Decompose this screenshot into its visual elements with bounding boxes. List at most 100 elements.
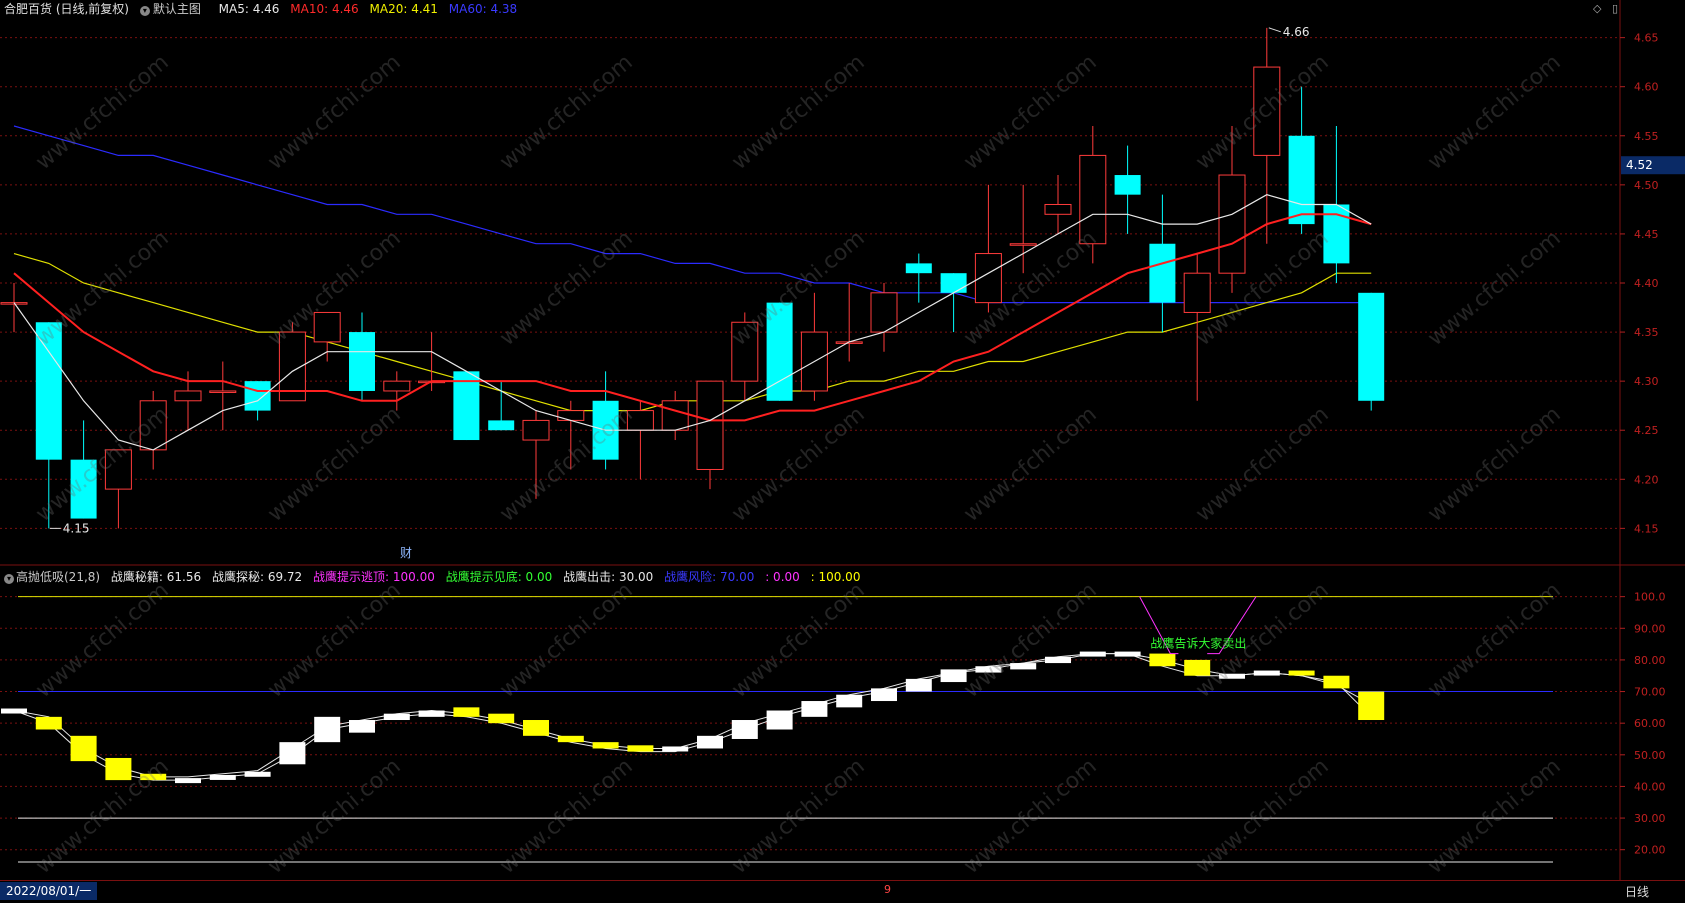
candle-up [626,410,654,431]
indicator-bar-falling [488,713,515,724]
price-tick-label: 4.40 [1634,277,1659,290]
indicator-bar-rising [244,771,271,777]
indicator-value: : 0.00 [765,570,800,584]
diamond-icon[interactable]: ◇ [1593,2,1601,15]
low-annotation: 4.15 [63,521,90,535]
candle-up [661,400,689,431]
candle-down [35,322,62,460]
candle-down [1288,135,1315,225]
candle-up [1079,154,1107,245]
candle-down [1114,175,1141,195]
candle-up [209,390,237,393]
mid-marker: 9 [884,883,891,896]
indicator-bar-falling [1149,653,1176,667]
candle-up [522,419,550,441]
window-button-icon[interactable]: ▯ [1612,2,1618,15]
sell-signal-text: 战鹰告诉大家卖出 [1150,635,1246,650]
indicator-bar-rising [836,694,863,708]
indicator-tick-label: 30.00 [1634,812,1666,825]
indicator-bar-falling [1288,670,1315,676]
indicator-bar-rising [1079,651,1106,657]
current-price-label: 4.52 [1626,158,1653,172]
candle-down [1358,292,1385,401]
bottom-bar [0,880,1685,903]
chevron-down-icon: ▾ [139,6,150,16]
indicator-bar-falling [1323,675,1350,689]
indicator-tick-label: 40.00 [1634,780,1666,793]
candle-down [70,459,97,519]
indicator-bar-falling [1358,691,1385,721]
indicator-bar-rising [766,710,793,730]
candle-up [1044,203,1072,215]
candle-down [488,420,515,431]
template-label: 默认主图 [152,2,201,16]
indicator-name: 高抛低吸(21,8) [16,570,101,584]
candle-up [557,410,585,421]
indicator-tick-label: 80.00 [1634,654,1666,667]
indicator-bar-falling [140,773,167,781]
price-tick-label: 4.35 [1634,326,1659,339]
indicator-bar-rising [1010,663,1037,670]
indicator-bar-rising [940,669,967,683]
price-tick-label: 4.15 [1634,522,1659,535]
high-pointer [1268,27,1281,33]
finance-marker: 财 [400,546,412,560]
indicator-bar-rising [662,746,689,752]
indicator-tick-label: 100.0 [1634,591,1666,604]
price-tick-label: 4.45 [1634,228,1659,241]
candle-up [1218,174,1246,274]
indicator-bar-rising [731,720,758,739]
price-tick-label: 4.30 [1634,375,1659,388]
indicator-tick-label: 20.00 [1634,844,1666,857]
indicator-bar-falling [70,735,97,762]
indicator-bar-rising [1253,670,1280,676]
candle-up [1253,66,1281,156]
ma20-label: MA20: 4.41 [369,2,438,16]
price-tick-label: 4.55 [1634,130,1659,143]
indicator-bar-rising [314,716,341,743]
ma5-label: MA5: 4.46 [218,2,280,16]
price-tick-label: 4.60 [1634,81,1659,94]
indicator-bar-falling [453,707,480,717]
indicator-line-a [13,653,1372,778]
candle-down [905,263,932,274]
indicator-bar-rising [1219,673,1245,679]
indicator-value: 战鹰探秘: 69.72 [211,570,303,584]
candle-up [731,321,759,382]
indicator-bar-falling [523,720,549,736]
indicator-bar-rising [905,678,932,692]
indicator-value: 战鹰提示见底: 0.00 [445,570,553,584]
candle-down [1149,243,1176,303]
stock-title: 合肥百货 (日线,前复权) [4,2,129,16]
indicator-bar-rising [1114,651,1141,657]
chart-canvas[interactable]: 4.65 4.60 4.55 4.50 4.45 4.40 4.35 4.30 4.25 4.20… [0,0,1685,902]
indicator-bar-rising [175,778,201,784]
indicator-bar-falling [105,757,132,781]
price-tick-label: 4.20 [1634,473,1659,486]
indicator-line-b [13,653,1372,781]
candle-up [313,311,341,343]
price-tick-label: 4.50 [1634,179,1659,192]
date-readout: 2022/08/01/一 [0,882,98,900]
candle-up [870,292,898,333]
indicator-bar-rising [801,701,828,717]
indicator-bar-rising [383,713,410,721]
indicator-bar-falling [592,742,619,749]
indicator-tick-label: 50.00 [1634,749,1666,762]
candle-down [349,332,375,391]
indicator-tick-label: 70.00 [1634,686,1666,699]
ma5-line [13,194,1372,451]
ma60-label: MA60: 4.38 [448,2,518,16]
price-tick-label: 4.65 [1634,32,1659,45]
candle-up [139,400,167,451]
indicator-dropdown-icon[interactable]: ▾ [4,574,14,584]
candle-up [104,449,132,490]
indicator-bar-rising [279,742,306,765]
template-dropdown[interactable]: ▾ 默认主图 [139,2,212,16]
indicator-bar-falling [1184,659,1211,676]
indicator-tick-label: 90.00 [1634,622,1666,635]
ma10-label: MA10: 4.46 [290,2,359,16]
indicator-tick-label: 60.00 [1634,717,1666,730]
period-label[interactable]: 日线 [1625,883,1649,900]
price-tick-label: 4.25 [1634,424,1659,437]
